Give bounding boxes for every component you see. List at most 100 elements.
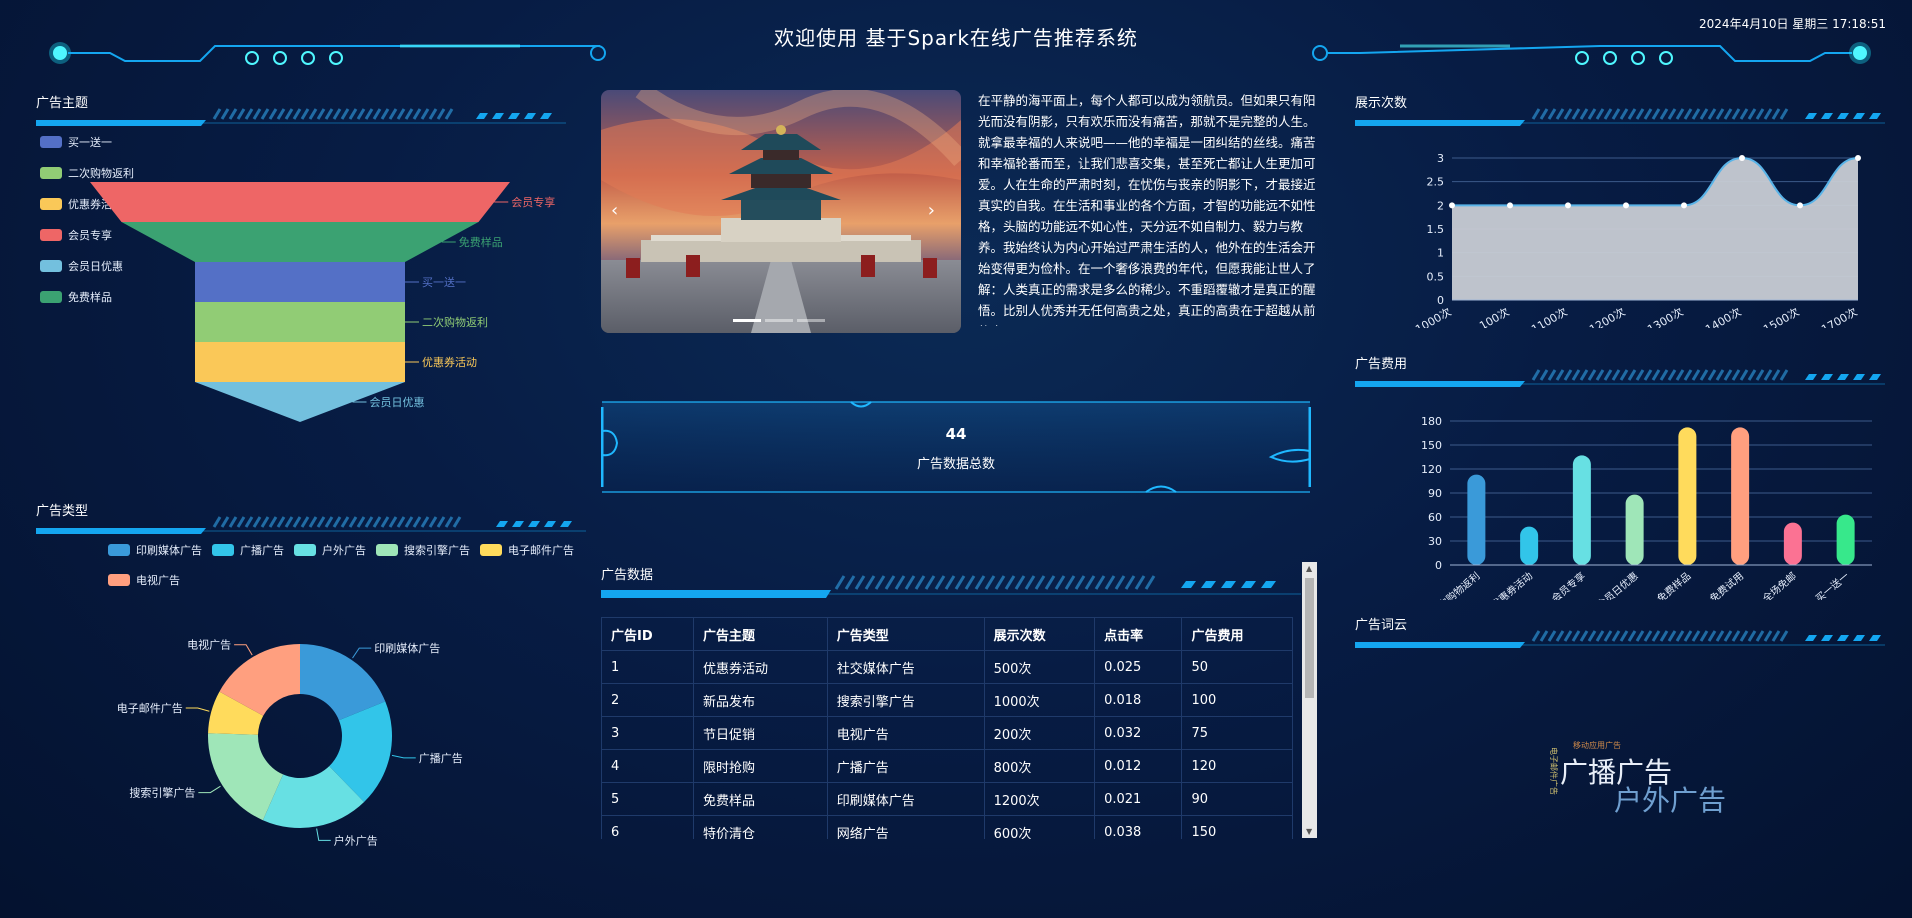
column-header[interactable]: 广告类型: [826, 617, 985, 651]
table-cell: 500次: [983, 650, 1096, 684]
table-cell: 0.018: [1094, 683, 1183, 717]
data-point: [1623, 202, 1629, 209]
table-cell: 0.025: [1094, 650, 1183, 684]
table-row[interactable]: 2 新品发布 搜索引擎广告 1000次 0.018 100: [601, 683, 1293, 717]
bar: [1625, 494, 1644, 565]
donut-label-line: [185, 707, 210, 712]
column-header[interactable]: 广告ID: [601, 617, 695, 651]
carousel-indicator[interactable]: [765, 319, 793, 322]
bar: [1520, 526, 1539, 565]
table-cell: 搜索引擎广告: [826, 683, 985, 717]
donut-label-line: [316, 828, 331, 841]
donut-label-line: [198, 785, 221, 794]
panel-title-underline: [1355, 369, 1885, 387]
x-tick-label: 优惠券活动: [1488, 569, 1535, 600]
donut-label: 电子邮件广告: [117, 702, 183, 715]
table-cell: 电视广告: [826, 716, 985, 750]
x-tick-label: 免费样品: [1654, 569, 1693, 600]
table-cell: 2: [601, 683, 695, 717]
bar: [1467, 474, 1486, 565]
funnel-segment: [195, 342, 405, 382]
y-tick-label: 1: [1437, 247, 1444, 260]
x-tick-label: 1200次: [1587, 304, 1628, 328]
column-header[interactable]: 广告费用: [1181, 617, 1293, 651]
table-row[interactable]: 3 节日促销 电视广告 200次 0.032 75: [601, 716, 1293, 750]
x-tick-label: 会员日优惠: [1594, 569, 1641, 600]
donut-label: 电视广告: [187, 638, 231, 652]
word-cloud-word: 电子邮件广告: [1549, 747, 1558, 795]
legend-item[interactable]: 电视广告: [108, 572, 180, 588]
table-cell: 200次: [983, 716, 1096, 750]
table-cell: 限时抢购: [693, 749, 828, 783]
donut-label: 广播广告: [419, 751, 463, 765]
y-tick-label: 0: [1435, 559, 1442, 572]
legend-item[interactable]: 买一送一: [40, 134, 180, 150]
table-cell: 150: [1181, 815, 1293, 839]
table-cell: 120: [1181, 749, 1293, 783]
funnel-segment: [195, 262, 405, 302]
carousel-next-button[interactable]: ›: [928, 200, 935, 221]
table-cell: 0.012: [1094, 749, 1183, 783]
carousel-prev-button[interactable]: ‹: [611, 200, 618, 221]
temple-of-heaven-image: [601, 90, 961, 333]
x-tick-label: 1500次: [1761, 304, 1802, 328]
legend-item[interactable]: 广播广告: [212, 542, 284, 558]
bar: [1678, 427, 1697, 565]
funnel-label: 买一送一: [422, 275, 466, 289]
y-tick-label: 2.5: [1427, 176, 1445, 189]
header-decoration-left: [49, 42, 606, 65]
table-row[interactable]: 5 免费样品 印刷媒体广告 1200次 0.021 90: [601, 782, 1293, 816]
table-cell: 新品发布: [693, 683, 828, 717]
column-header[interactable]: 点击率: [1094, 617, 1183, 651]
carousel-indicator-active[interactable]: [733, 319, 761, 322]
bar: [1572, 455, 1591, 565]
donut-label: 户外广告: [334, 833, 378, 847]
scrollbar-thumb[interactable]: [1305, 578, 1314, 698]
x-tick-label: 全场免邮: [1760, 569, 1799, 600]
data-point: [1507, 202, 1513, 209]
donut-label: 搜索引擎广告: [129, 786, 195, 800]
legend-item[interactable]: 户外广告: [294, 542, 366, 558]
ad-data-table-wrapper[interactable]: 广告ID 广告主题 广告类型 展示次数 点击率 广告费用 1 优惠券活动 社交媒体广…: [601, 617, 1293, 839]
table-row[interactable]: 6 特价清仓 网络广告 600次 0.038 150: [601, 815, 1293, 839]
carousel-indicator[interactable]: [797, 319, 825, 322]
legend-item[interactable]: 搜索引擎广告: [376, 542, 470, 558]
scroll-down-icon[interactable]: ▼: [1306, 827, 1312, 836]
y-tick-label: 3: [1437, 152, 1444, 165]
funnel-label: 二次购物返利: [422, 315, 488, 329]
donut-label-line: [234, 644, 253, 656]
panel-title-underline: [601, 575, 1301, 598]
y-tick-label: 2: [1437, 199, 1444, 212]
header-decoration-right: [1312, 42, 1871, 65]
bar: [1731, 427, 1750, 565]
table-row[interactable]: 1 优惠券活动 社交媒体广告 500次 0.025 50: [601, 650, 1293, 684]
y-tick-label: 180: [1421, 415, 1442, 428]
y-tick-label: 90: [1428, 487, 1442, 500]
x-tick-label: 1400次: [1703, 304, 1744, 328]
y-tick-label: 120: [1421, 463, 1442, 476]
panel-title-underline: [1355, 108, 1885, 126]
table-cell: 6: [601, 815, 695, 839]
column-header[interactable]: 展示次数: [983, 617, 1096, 651]
table-cell: 0.032: [1094, 716, 1183, 750]
carousel-indicators: [733, 319, 825, 322]
funnel-label: 免费样品: [459, 235, 503, 249]
legend-item[interactable]: 电子邮件广告: [480, 542, 574, 558]
bar: [1783, 522, 1802, 565]
total-count-value: 44: [945, 425, 967, 443]
scroll-up-icon[interactable]: ▲: [1306, 564, 1312, 573]
image-carousel[interactable]: ‹ ›: [601, 90, 961, 333]
table-row[interactable]: 4 限时抢购 广播广告 800次 0.012 120: [601, 749, 1293, 783]
x-tick-label: 1300次: [1645, 304, 1686, 328]
table-cell: 社交媒体广告: [826, 650, 985, 684]
bar: [1836, 514, 1855, 565]
table-scrollbar[interactable]: ▲ ▼: [1302, 562, 1317, 838]
table-cell: 广播广告: [826, 749, 985, 783]
data-point: [1855, 155, 1861, 161]
table-cell: 节日促销: [693, 716, 828, 750]
funnel-label: 优惠券活动: [422, 355, 477, 369]
column-header[interactable]: 广告主题: [693, 617, 828, 651]
area-fill: [1452, 158, 1858, 300]
legend-item[interactable]: 印刷媒体广告: [108, 542, 202, 558]
donut-chart: 印刷媒体广告广播广告户外广告 搜索引擎广告 电子邮件广告 电视广告: [117, 638, 463, 848]
